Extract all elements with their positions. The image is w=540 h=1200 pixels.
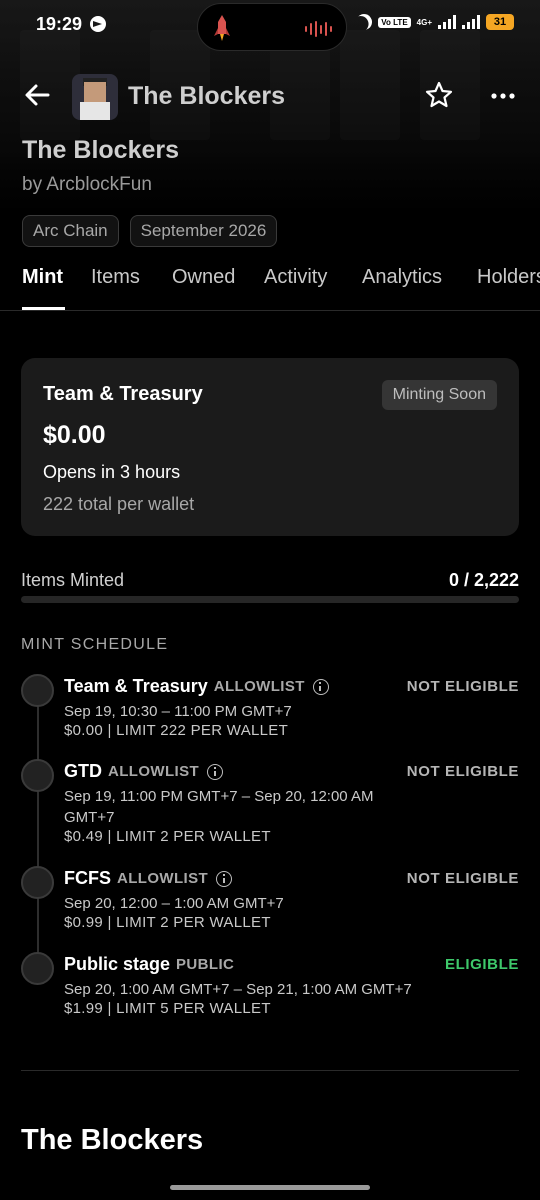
tab-bar: Mint Items Owned Activity Analytics Hold… [0, 256, 540, 311]
stage-dot [21, 759, 54, 792]
star-icon [425, 81, 453, 108]
opens-countdown: Opens in 3 hours [43, 462, 181, 482]
tab-activity[interactable]: Activity [264, 266, 327, 289]
signal-icon [462, 15, 480, 29]
stage-time: Sep 20, 1:00 AM GMT+7 – Sep 21, 1:00 AM … [64, 981, 412, 998]
stage-dot [21, 674, 54, 707]
active-tab-indicator [22, 307, 65, 310]
eligibility-status: NOT ELIGIBLE [406, 870, 519, 887]
stage-dot [21, 952, 54, 985]
favorite-button[interactable] [424, 80, 454, 110]
collection-avatar [72, 74, 118, 120]
mint-schedule-heading: MINT SCHEDULE [21, 636, 169, 653]
stage-limit: $0.99 | LIMIT 2 PER WALLET [64, 914, 271, 931]
stage-time: Sep 19, 10:30 – 11:00 PM GMT+7 [64, 703, 292, 720]
stage-name: Team & Treasury [43, 383, 203, 405]
info-icon[interactable] [312, 678, 329, 695]
back-button[interactable] [22, 80, 52, 110]
per-wallet-limit: 222 total per wallet [43, 494, 195, 514]
creator-link[interactable]: by ArcblockFun [22, 174, 152, 196]
stage-name: GTD [64, 761, 102, 781]
stage-limit: $0.00 | LIMIT 222 PER WALLET [64, 722, 289, 739]
minting-status-badge: Minting Soon [381, 380, 497, 410]
section-divider [21, 1070, 519, 1071]
collection-title: The Blockers [22, 136, 180, 164]
tab-mint[interactable]: Mint [22, 266, 63, 289]
stage-time: Sep 19, 11:00 PM GMT+7 – Sep 20, 12:00 A… [64, 788, 374, 826]
status-time: 19:29 [36, 14, 83, 34]
date-chip[interactable]: September 2026 [129, 215, 278, 247]
info-icon[interactable] [207, 763, 224, 780]
arrow-left-icon [25, 84, 50, 106]
more-horizontal-icon [491, 93, 515, 99]
stage-name: FCFS [64, 868, 111, 888]
volte-icon: Vo LTE [378, 16, 411, 28]
more-options-button[interactable] [488, 84, 518, 108]
stage-kind: ALLOWLIST [108, 763, 200, 780]
mint-stage-card: Team & Treasury Minting Soon $0.00 Opens… [21, 358, 519, 536]
stage-kind: PUBLIC [176, 956, 235, 973]
stage-limit: $0.49 | LIMIT 2 PER WALLET [64, 828, 271, 845]
info-icon[interactable] [216, 870, 233, 887]
collection-chips: Arc Chain September 2026 [22, 215, 278, 247]
appbar-title: The Blockers [128, 82, 286, 110]
eligibility-status: ELIGIBLE [445, 956, 519, 973]
audio-wave-icon [305, 21, 332, 37]
chain-chip[interactable]: Arc Chain [22, 215, 119, 247]
schedule-timeline-line [37, 700, 39, 970]
items-minted-value: 0 / 2,222 [448, 570, 519, 590]
home-indicator[interactable] [170, 1185, 370, 1190]
stage-limit: $1.99 | LIMIT 5 PER WALLET [64, 1000, 271, 1017]
battery-icon: 31 [486, 14, 514, 30]
tab-holders[interactable]: Holders [477, 266, 540, 289]
tab-items[interactable]: Items [91, 266, 140, 289]
network-type-label: 4G+ [416, 17, 432, 27]
mint-progress-bar [21, 596, 519, 603]
stage-dot [21, 866, 54, 899]
mint-price: $0.00 [43, 421, 106, 449]
stage-name: Public stage [64, 954, 171, 974]
rocket-icon [214, 15, 230, 41]
tab-analytics[interactable]: Analytics [362, 266, 442, 289]
do-not-disturb-icon [353, 11, 375, 33]
eligibility-status: NOT ELIGIBLE [406, 678, 519, 695]
stage-time: Sep 20, 12:00 – 1:00 AM GMT+7 [64, 895, 284, 912]
tab-owned[interactable]: Owned [172, 266, 235, 289]
telegram-icon [90, 16, 106, 32]
signal-icon [438, 15, 456, 29]
stage-name: Team & Treasury [64, 676, 208, 696]
stage-kind: ALLOWLIST [117, 870, 209, 887]
dynamic-island [197, 3, 347, 51]
status-bar: 19:29 Vo LTE 4G+ 31 [0, 0, 540, 51]
eligibility-status: NOT ELIGIBLE [406, 763, 519, 780]
collection-section-title: The Blockers [21, 1124, 204, 1156]
stage-kind: ALLOWLIST [213, 678, 305, 695]
items-minted-label: Items Minted [21, 570, 125, 590]
